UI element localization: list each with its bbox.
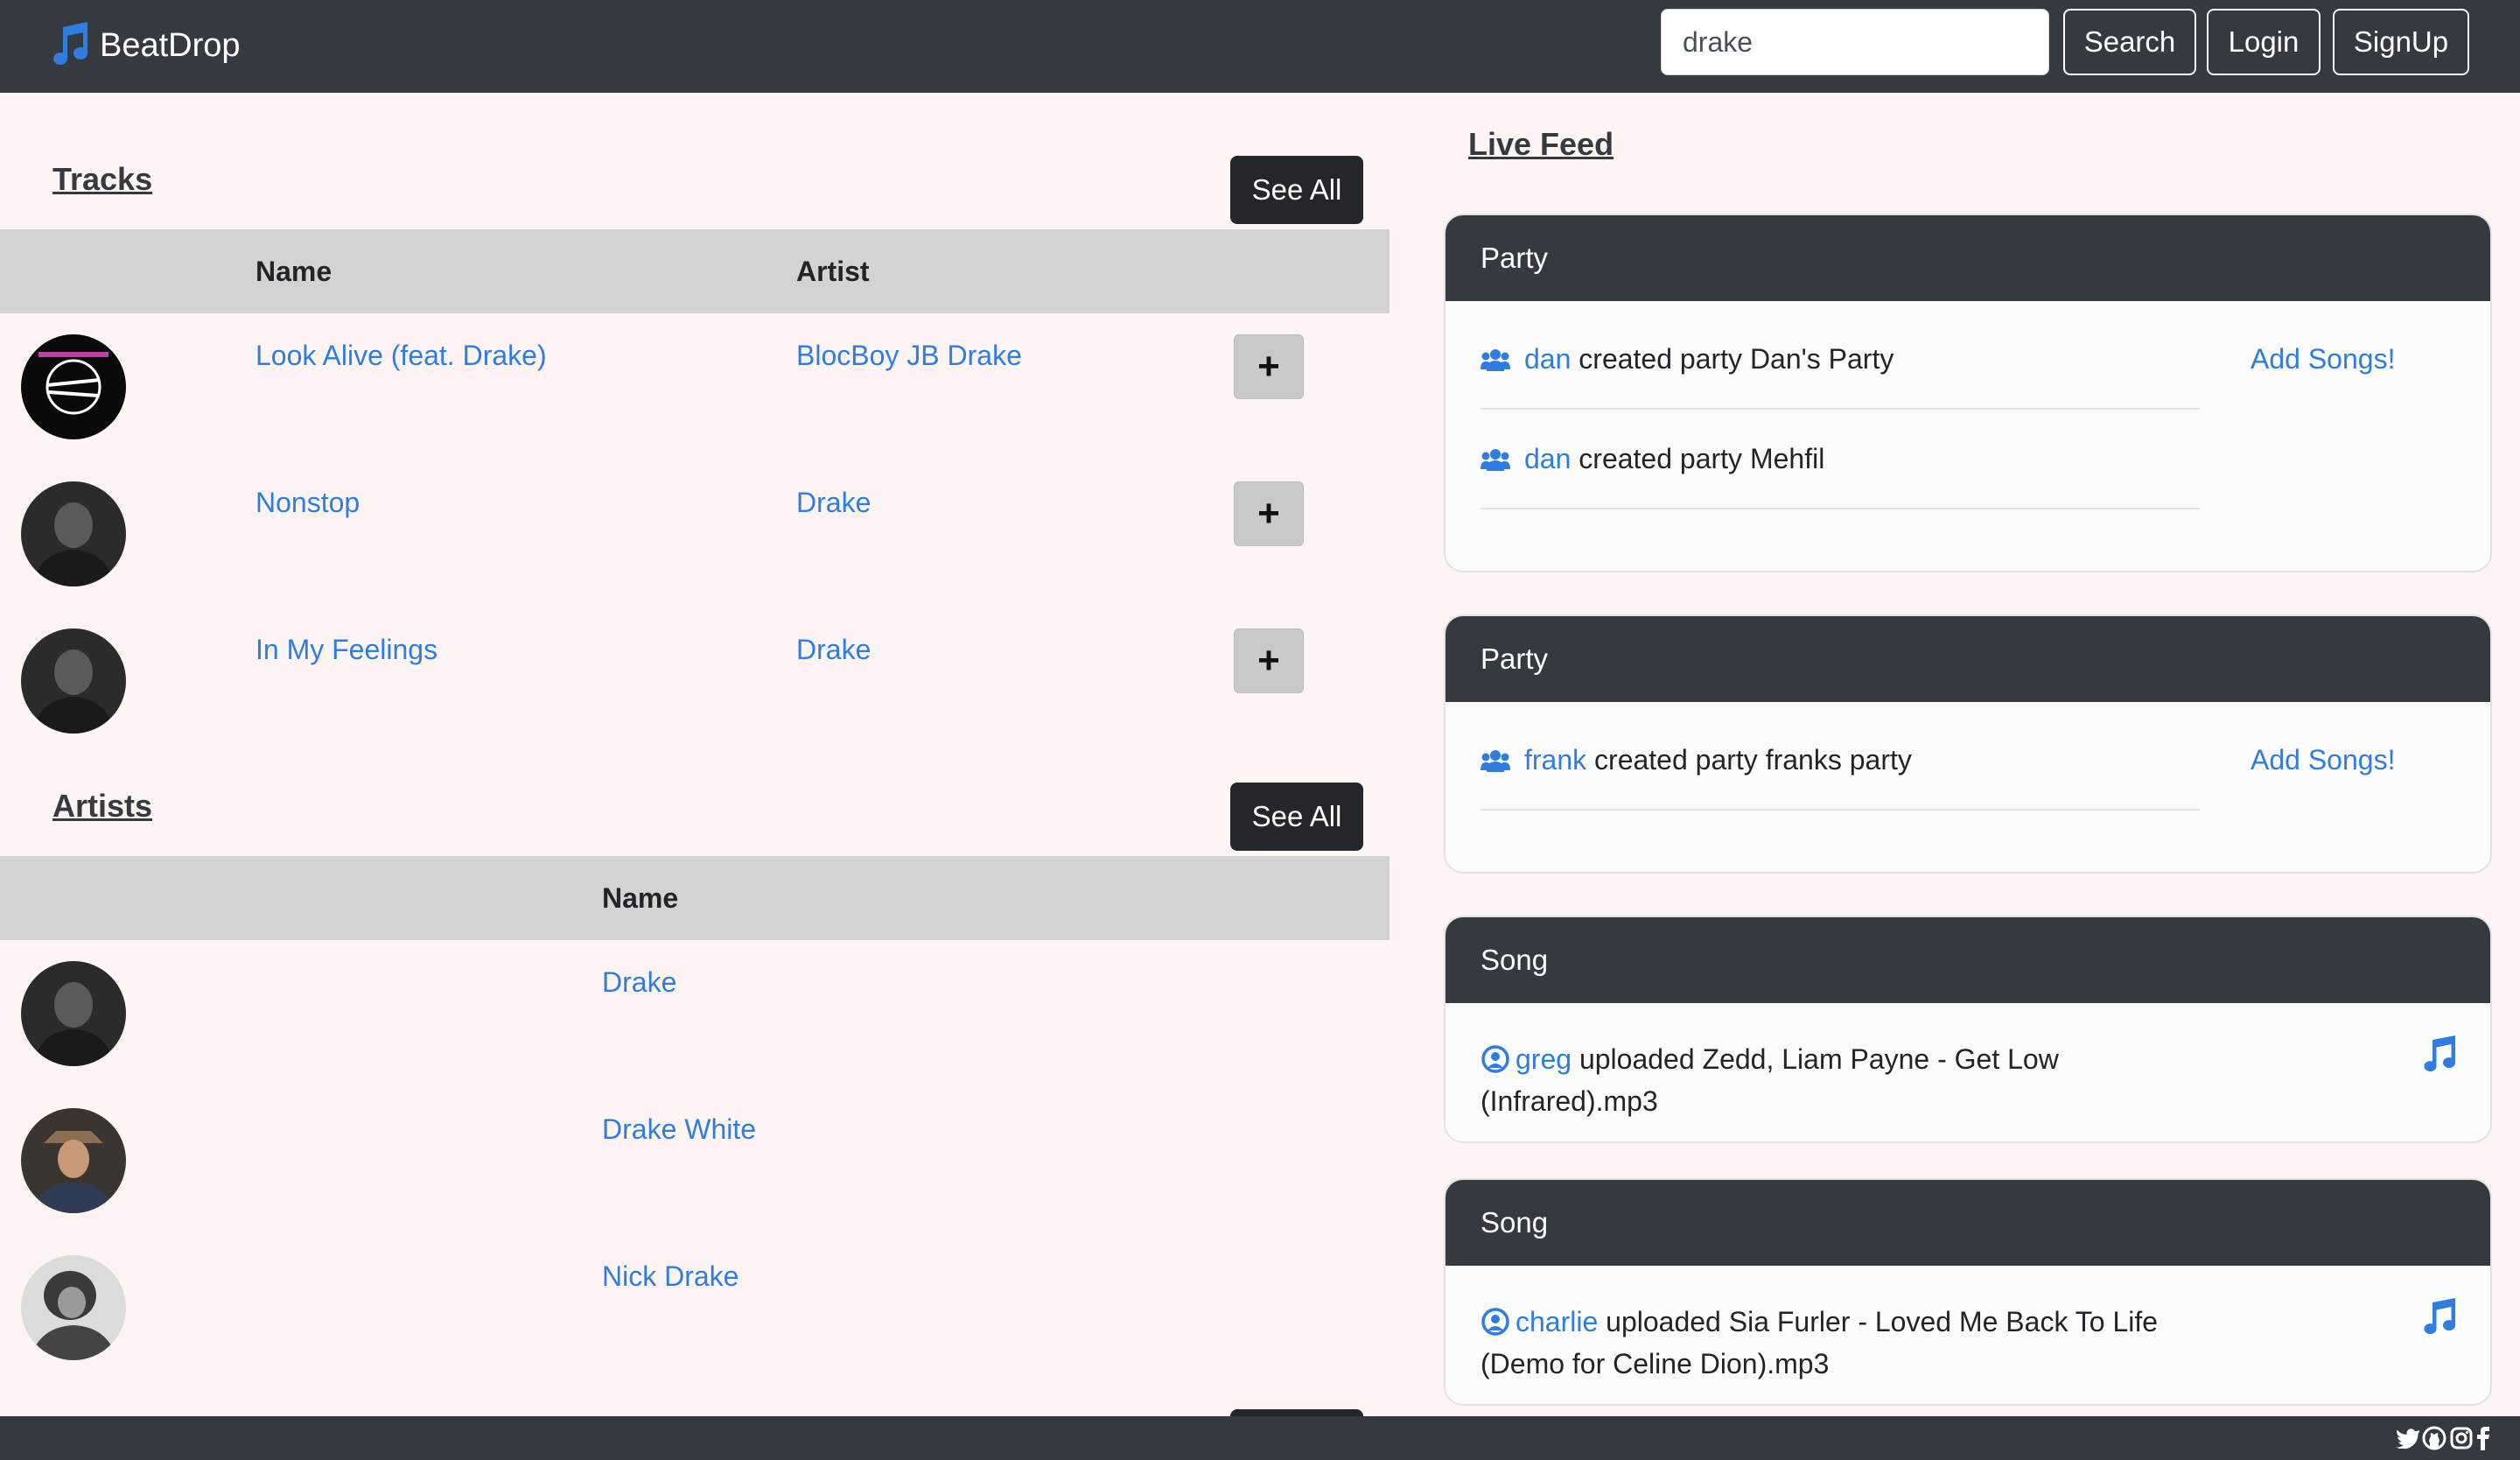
search-input[interactable] [1661, 9, 2049, 75]
facebook-icon[interactable] [2476, 1426, 2490, 1450]
track-artist-link[interactable]: Drake [796, 634, 871, 666]
divider [1480, 408, 2200, 410]
track-artist-link[interactable]: Drake [796, 487, 871, 519]
user-link[interactable]: dan [1524, 443, 1571, 475]
user-link[interactable]: frank [1524, 744, 1586, 776]
artist-avatar [21, 1255, 126, 1360]
brand-name: BeatDrop [100, 26, 241, 64]
col-header-name: Name [602, 882, 679, 914]
artist-row: Drake White [0, 1087, 1390, 1234]
feed-card-header: Song [1446, 917, 2490, 1003]
artists-table-header: Name [0, 856, 1390, 940]
music-note-icon[interactable] [2422, 1297, 2459, 1336]
user-circle-icon [1481, 1045, 1509, 1073]
artist-row: Drake [0, 940, 1390, 1087]
feed-item: charlie uploaded Sia Furler - Loved Me B… [1480, 1301, 2356, 1385]
feed-item-text-line1: uploaded Zedd, Liam Payne - Get Low [1578, 1043, 2059, 1075]
artist-name-link[interactable]: Nick Drake [602, 1260, 738, 1293]
artist-avatar [21, 961, 126, 1066]
track-row: Nonstop Drake + [0, 460, 1390, 607]
brand[interactable]: BeatDrop [49, 19, 241, 72]
feed-card-song: Song charlie uploaded Sia Furler - Loved… [1444, 1178, 2492, 1406]
feed-card-song: Song greg uploaded Zedd, Liam Payne - Ge… [1444, 916, 2492, 1143]
add-songs-link[interactable]: Add Songs! [2250, 343, 2395, 376]
col-header-artist: Artist [796, 256, 870, 287]
add-track-button[interactable]: + [1234, 334, 1304, 399]
users-icon [1480, 448, 1510, 471]
feed-item-text: created party franks party [1594, 744, 1912, 776]
divider [1480, 508, 2200, 509]
signup-button[interactable]: SignUp [2333, 9, 2469, 75]
footer [0, 1416, 2520, 1460]
music-note-icon[interactable] [2422, 1035, 2459, 1073]
feed-item: frank created party franks party [1480, 744, 1912, 776]
feed-item-text: created party Dan's Party [1578, 343, 1894, 375]
artist-avatar [21, 1108, 126, 1213]
feed-card-header: Party [1446, 616, 2490, 702]
users-icon [1480, 348, 1510, 371]
tracks-see-all-button[interactable]: See All [1230, 156, 1363, 224]
add-songs-link[interactable]: Add Songs! [2250, 744, 2395, 776]
artist-name-link[interactable]: Drake [602, 966, 676, 999]
artist-row: Nick Drake [0, 1234, 1390, 1381]
feed-item: dan created party Dan's Party [1480, 343, 1894, 376]
social-links [2396, 1425, 2490, 1451]
feed-item: dan created party Mehfil [1480, 443, 1824, 475]
album-art [21, 628, 126, 734]
navbar: BeatDrop Search Login SignUp [0, 0, 2520, 93]
feed-item: greg uploaded Zedd, Liam Payne - Get Low… [1480, 1038, 2356, 1122]
col-header-name: Name [256, 256, 332, 287]
users-icon [1480, 749, 1510, 772]
live-feed-title: Live Feed [1468, 126, 1614, 162]
track-name-link[interactable]: Look Alive (feat. Drake) [256, 340, 547, 372]
music-note-icon [49, 20, 91, 72]
feed-card-header: Party [1446, 215, 2490, 301]
artists-title: Artists [52, 788, 153, 824]
artists-see-all-button[interactable]: See All [1230, 783, 1363, 851]
feed-item-text-line2: (Demo for Celine Dion).mp3 [1480, 1348, 1830, 1379]
add-track-button[interactable]: + [1234, 481, 1304, 546]
user-link[interactable]: dan [1524, 343, 1571, 376]
feed-card-party: Party frank created party franks party A… [1444, 614, 2492, 874]
twitter-icon[interactable] [2396, 1428, 2420, 1449]
feed-item-text: created party Mehfil [1578, 443, 1825, 474]
track-name-link[interactable]: Nonstop [256, 487, 360, 519]
artist-name-link[interactable]: Drake White [602, 1113, 756, 1146]
track-artist-link[interactable]: BlocBoy JB Drake [796, 340, 1022, 372]
album-art [21, 481, 126, 586]
user-link[interactable]: greg [1516, 1043, 1572, 1075]
instagram-icon[interactable] [2450, 1427, 2473, 1449]
user-link[interactable]: charlie [1516, 1306, 1598, 1337]
feed-card-header: Song [1446, 1180, 2490, 1266]
divider [1480, 809, 2200, 811]
tracks-title: Tracks [52, 161, 153, 197]
feed-item-text-line1: uploaded Sia Furler - Loved Me Back To L… [1606, 1306, 2159, 1337]
feed-item-text-line2: (Infrared).mp3 [1480, 1085, 1658, 1117]
add-track-button[interactable]: + [1234, 628, 1304, 693]
track-name-link[interactable]: In My Feelings [256, 634, 438, 666]
github-icon[interactable] [2422, 1426, 2446, 1450]
search-button[interactable]: Search [2063, 9, 2196, 75]
feed-card-party: Party dan created party Dan's Party Add … [1444, 214, 2492, 572]
track-row: Look Alive (feat. Drake) BlocBoy JB Drak… [0, 313, 1390, 460]
login-button[interactable]: Login [2207, 9, 2320, 75]
album-art [21, 334, 126, 439]
user-circle-icon [1481, 1308, 1509, 1336]
track-row: In My Feelings Drake + [0, 607, 1390, 755]
tracks-table-header: Name Artist [0, 229, 1390, 313]
